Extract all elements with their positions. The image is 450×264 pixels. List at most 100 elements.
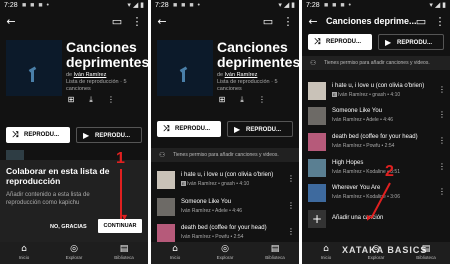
more-vert-icon[interactable]: ⋮: [281, 15, 295, 29]
watermark: XATAKA BASICS: [342, 245, 428, 255]
bottom-nav: ⌂ Inicio ◎ Explorar ▤ Biblioteca: [0, 242, 148, 264]
notice-text: Tienes permiso para añadir canciones y v…: [173, 152, 279, 158]
more-vert-icon[interactable]: ⋮: [438, 136, 446, 145]
track-title: i hate u, i love u (con olivia o'brien): [332, 83, 425, 89]
playlist-title-line2: deprimentes: [217, 54, 299, 70]
status-bar: 7:28 ■ ■ ■ • ▾ ◢ ▮: [0, 0, 148, 12]
more-vert-icon[interactable]: ⋮: [287, 174, 295, 183]
track-thumbnail: [308, 107, 326, 125]
nav-home[interactable]: ⌂ Inicio: [4, 244, 44, 260]
list-item[interactable]: i hate u, i love u (con olivia o'brien) …: [151, 169, 299, 191]
explicit-icon: E: [332, 92, 337, 97]
shuffle-button[interactable]: ⤨ REPRODU...: [157, 121, 221, 137]
more-vert-icon[interactable]: ⋮: [287, 227, 295, 236]
add-to-library-icon[interactable]: ⊞: [217, 95, 227, 105]
playlist-type: Lista de reproducción · 5: [217, 79, 278, 85]
explicit-icon: E: [181, 181, 186, 186]
list-item[interactable]: death bed (coffee for your head) Iván Ra…: [151, 222, 299, 244]
explore-icon: ◎: [70, 244, 78, 254]
nav-home-label: Inicio: [320, 255, 332, 260]
playlist-art: [6, 40, 62, 96]
list-item[interactable]: death bed (coffee for your head) Iván Ra…: [302, 131, 450, 153]
more-vert-icon[interactable]: ⋮: [438, 162, 446, 171]
top-bar: ← Canciones deprime... ▭ ⋮: [302, 12, 450, 32]
more-vert-icon[interactable]: ⋮: [257, 95, 267, 105]
shuffle-button[interactable]: ⤨ REPRODU...: [6, 127, 70, 143]
playlist-author[interactable]: Iván Ramírez: [225, 72, 258, 78]
list-item[interactable]: Someone Like You Iván Ramírez • Adele • …: [151, 196, 299, 218]
nav-library-label: Biblioteca: [265, 255, 285, 260]
play-button[interactable]: ▶ REPRODU...: [76, 127, 142, 143]
download-icon[interactable]: ⤓: [86, 95, 96, 105]
dialog-body: Añadir contenido a esta lista de reprodu…: [6, 192, 90, 206]
download-icon[interactable]: ⤓: [237, 95, 247, 105]
back-arrow-icon[interactable]: ←: [4, 15, 18, 29]
plus-icon: +: [308, 210, 326, 228]
more-vert-icon[interactable]: ⋮: [433, 15, 447, 29]
track-subtitle: E Iván Ramírez • gnash • 4:10: [332, 92, 400, 98]
nav-explore[interactable]: ◎ Explorar: [54, 244, 94, 260]
status-bar: 7:28 ■ ■ ■ • ▾ ◢ ▮: [302, 0, 450, 12]
people-icon: ⚇: [159, 151, 166, 159]
track-subtitle: Iván Ramírez • Adele • 4:46: [181, 208, 243, 214]
track-thumbnail: [157, 171, 175, 189]
status-system-icons: ▾ ◢ ▮: [278, 2, 295, 9]
play-icon: ▶: [385, 38, 392, 47]
track-title: Someone Like You: [332, 108, 383, 114]
more-vert-icon[interactable]: ⋮: [287, 201, 295, 210]
play-label: REPRODU...: [95, 133, 131, 139]
home-icon: ⌂: [323, 244, 329, 254]
back-arrow-icon[interactable]: ←: [155, 15, 169, 29]
nav-library-label: Biblioteca: [114, 255, 134, 260]
play-button[interactable]: ▶ REPRODU...: [378, 34, 444, 50]
list-item[interactable]: High Hopes Iván Ramírez • Kodaline • 3:5…: [302, 157, 450, 179]
more-vert-icon[interactable]: ⋮: [106, 95, 116, 105]
track-thumbnail: [308, 133, 326, 151]
more-vert-icon[interactable]: ⋮: [438, 85, 446, 94]
by-label: de: [66, 72, 73, 78]
playlist-art: [157, 40, 213, 96]
play-button[interactable]: ▶ REPRODU...: [227, 121, 293, 137]
cast-icon[interactable]: ▭: [261, 15, 275, 29]
playlist-meta: de Iván Ramírez Lista de reproducción · …: [66, 72, 127, 93]
collaborate-dialog: Colaborar en esta lista de reproducción …: [0, 160, 148, 242]
status-notifications: ■ ■ ■ •: [324, 2, 352, 9]
status-notifications: ■ ■ ■ •: [173, 2, 201, 9]
nav-explore[interactable]: ◎ Explorar: [205, 244, 245, 260]
cast-icon[interactable]: ▭: [414, 15, 428, 29]
add-song-label: Añadir una canción: [332, 215, 384, 221]
track-title: death bed (coffee for your head): [181, 225, 267, 231]
annotation-arrowhead-1: ▼: [120, 212, 129, 222]
more-vert-icon[interactable]: ⋮: [130, 15, 144, 29]
list-item[interactable]: i hate u, i love u (con olivia o'brien) …: [302, 80, 450, 102]
track-subtitle-text: Iván Ramírez • gnash • 4:10: [338, 92, 401, 98]
more-vert-icon[interactable]: ⋮: [438, 110, 446, 119]
play-label: REPRODU...: [246, 127, 282, 133]
list-item[interactable]: Wherever You Are Iván Ramírez • Kodaline…: [302, 182, 450, 204]
bottom-nav: ⌂ Inicio ◎ Explorar ▤ Biblioteca: [151, 242, 299, 264]
add-to-library-icon[interactable]: ⊞: [66, 95, 76, 105]
back-arrow-icon[interactable]: ←: [306, 15, 320, 29]
shuffle-label: REPRODU...: [24, 132, 60, 138]
status-time: 7:28: [306, 2, 320, 9]
status-system-icons: ▾ ◢ ▮: [429, 2, 446, 9]
no-thanks-button[interactable]: NO, GRACIAS: [50, 224, 87, 230]
track-subtitle-text: Iván Ramírez • gnash • 4:10: [187, 181, 250, 187]
shuffle-button[interactable]: ⤨ REPRODU...: [308, 34, 372, 50]
nav-library[interactable]: ▤ Biblioteca: [104, 244, 144, 260]
track-title: i hate u, i love u (con olivia o'brien): [181, 172, 274, 178]
play-icon: ▶: [83, 131, 90, 140]
more-vert-icon[interactable]: ⋮: [438, 187, 446, 196]
nav-home[interactable]: ⌂ Inicio: [155, 244, 195, 260]
track-subtitle: Iván Ramírez • Powfu • 2:54: [181, 234, 244, 240]
nav-home[interactable]: ⌂ Inicio: [306, 244, 346, 260]
nav-explore-label: Explorar: [367, 255, 385, 260]
playlist-author[interactable]: Iván Ramírez: [74, 72, 107, 78]
cast-icon[interactable]: ▭: [110, 15, 124, 29]
top-bar: ← ▭ ⋮: [151, 12, 299, 32]
list-item[interactable]: Someone Like You Iván Ramírez • Adele • …: [302, 105, 450, 127]
home-icon: ⌂: [21, 244, 27, 254]
shuffle-label: REPRODU...: [326, 39, 362, 45]
nav-library[interactable]: ▤ Biblioteca: [255, 244, 295, 260]
library-icon: ▤: [270, 244, 280, 254]
